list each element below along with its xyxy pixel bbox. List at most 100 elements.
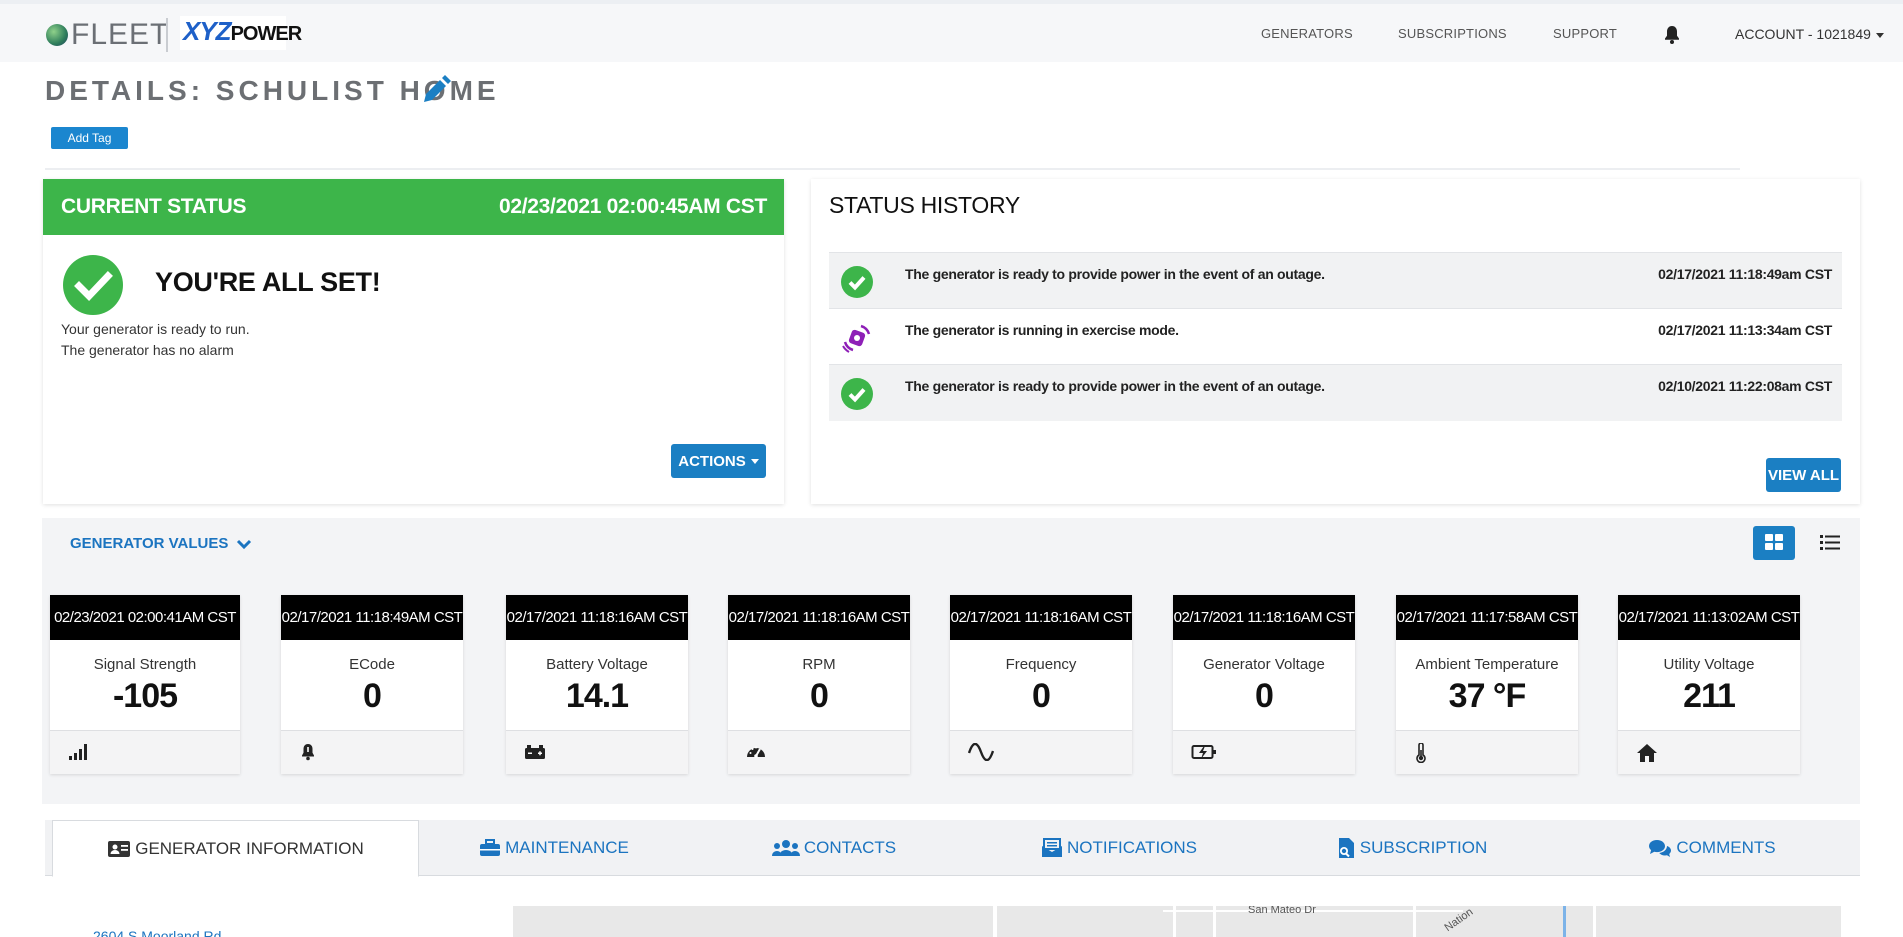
actions-dropdown-button[interactable]: ACTIONS bbox=[671, 444, 766, 478]
tile-footer bbox=[1173, 730, 1355, 774]
tile-footer bbox=[281, 730, 463, 774]
tab-maintenance[interactable]: MAINTENANCE bbox=[419, 820, 689, 876]
history-text: The generator is ready to provide power … bbox=[905, 266, 1325, 282]
map-label: San Mateo Dr bbox=[1248, 906, 1316, 916]
id-card-icon bbox=[108, 840, 131, 857]
current-status-timestamp: 02/23/2021 02:00:45AM CST bbox=[499, 195, 767, 218]
history-date: 02/10/2021 11:22:08am CST bbox=[1658, 378, 1832, 394]
map[interactable]: San Mateo Dr Nation bbox=[513, 906, 1841, 937]
tile-value: 37 °F bbox=[1448, 677, 1527, 715]
tab-label: MAINTENANCE bbox=[505, 838, 629, 857]
fleet-logo-text: FLEET bbox=[71, 18, 170, 51]
detail-tabs: GENERATOR INFORMATION MAINTENANCE CONTAC… bbox=[45, 820, 1860, 877]
grid-view-button[interactable] bbox=[1753, 526, 1795, 560]
value-tile-rpm: 02/17/2021 11:18:16AM CST RPM 0 bbox=[728, 595, 910, 774]
tile-value: 14.1 bbox=[565, 677, 629, 715]
nav-subscriptions[interactable]: SUBSCRIPTIONS bbox=[1398, 26, 1507, 41]
document-search-icon bbox=[1338, 838, 1354, 858]
tile-value: 0 bbox=[1032, 677, 1051, 715]
tile-value: 0 bbox=[363, 677, 382, 715]
check-circle-icon bbox=[841, 378, 873, 410]
tile-timestamp: 02/17/2021 11:18:16AM CST bbox=[950, 595, 1132, 640]
exercise-mode-icon bbox=[842, 324, 871, 353]
tab-subscription[interactable]: SUBSCRIPTION bbox=[1259, 820, 1564, 876]
tile-footer bbox=[728, 730, 910, 774]
history-text: The generator is ready to provide power … bbox=[905, 378, 1325, 394]
tile-label: Signal Strength bbox=[93, 656, 197, 673]
pencil-edit-icon[interactable] bbox=[420, 74, 452, 106]
envelope-icon bbox=[1041, 838, 1062, 857]
tile-label: ECode bbox=[349, 656, 395, 673]
logo-divider bbox=[166, 18, 168, 52]
tile-timestamp: 02/23/2021 02:00:41AM CST bbox=[50, 595, 240, 640]
tile-value: -105 bbox=[112, 677, 178, 715]
tab-notifications[interactable]: NOTIFICATIONS bbox=[979, 820, 1259, 876]
logo-xyz-text: XYZ bbox=[183, 16, 232, 46]
tile-timestamp: 02/17/2021 11:17:58AM CST bbox=[1396, 595, 1578, 640]
map-road bbox=[1413, 906, 1416, 937]
tile-timestamp: 02/17/2021 11:18:16AM CST bbox=[1173, 595, 1355, 640]
map-road bbox=[1593, 906, 1596, 937]
caret-down-icon bbox=[750, 459, 759, 465]
tile-label: Battery Voltage bbox=[546, 656, 648, 673]
check-circle-icon bbox=[63, 255, 123, 315]
fleet-logo[interactable]: FLEET bbox=[46, 18, 169, 52]
status-headline: YOU'RE ALL SET! bbox=[155, 267, 381, 297]
tab-generator-information[interactable]: GENERATOR INFORMATION bbox=[52, 820, 419, 877]
bell-alert-icon bbox=[302, 744, 314, 761]
current-status-header: CURRENT STATUS 02/23/2021 02:00:45AM CST bbox=[43, 179, 784, 235]
gauge-icon bbox=[747, 746, 765, 758]
value-tile-battery-voltage: 02/17/2021 11:18:16AM CST Battery Voltag… bbox=[506, 595, 688, 774]
map-water bbox=[1563, 906, 1566, 937]
history-date: 02/17/2021 11:13:34am CST bbox=[1658, 322, 1832, 338]
tile-footer bbox=[50, 730, 240, 774]
value-tile-ecode: 02/17/2021 11:18:49AM CST ECode 0 bbox=[281, 595, 463, 774]
tile-timestamp: 02/17/2021 11:18:16AM CST bbox=[728, 595, 910, 640]
list-view-button[interactable] bbox=[1809, 526, 1851, 560]
status-line-ready: Your generator is ready to run. bbox=[61, 321, 250, 337]
value-tile-ambient-temperature: 02/17/2021 11:17:58AM CST Ambient Temper… bbox=[1396, 595, 1578, 774]
generator-values-label: GENERATOR VALUES bbox=[70, 535, 229, 552]
list-icon bbox=[1820, 534, 1840, 550]
tile-label: RPM bbox=[802, 656, 836, 673]
comments-icon bbox=[1649, 840, 1672, 857]
bell-icon[interactable] bbox=[1663, 25, 1681, 45]
add-tag-button[interactable]: Add Tag bbox=[51, 127, 128, 149]
tile-value: 211 bbox=[1683, 677, 1736, 715]
tab-comments[interactable]: COMMENTS bbox=[1564, 820, 1860, 876]
tile-label: Ambient Temperature bbox=[1415, 656, 1559, 673]
history-text: The generator is running in exercise mod… bbox=[905, 322, 1179, 338]
current-status-card: CURRENT STATUS 02/23/2021 02:00:45AM CST… bbox=[43, 179, 784, 504]
view-all-button[interactable]: VIEW ALL bbox=[1766, 458, 1841, 492]
tile-footer bbox=[1618, 730, 1800, 774]
value-tile-generator-voltage: 02/17/2021 11:18:16AM CST Generator Volt… bbox=[1173, 595, 1355, 774]
tile-label: Utility Voltage bbox=[1663, 656, 1755, 673]
caret-down-icon bbox=[1875, 32, 1884, 38]
nav-support[interactable]: SUPPORT bbox=[1553, 26, 1617, 41]
tab-label: GENERATOR INFORMATION bbox=[135, 838, 364, 858]
history-row: The generator is ready to provide power … bbox=[829, 252, 1842, 308]
value-tile-frequency: 02/17/2021 11:18:16AM CST Frequency 0 bbox=[950, 595, 1132, 774]
tile-timestamp: 02/17/2021 11:18:49AM CST bbox=[281, 595, 463, 640]
tile-footer bbox=[950, 730, 1132, 774]
logo-power-text: POWER bbox=[230, 23, 303, 45]
current-status-title: CURRENT STATUS bbox=[61, 195, 247, 218]
tile-footer bbox=[506, 730, 688, 774]
tab-contacts[interactable]: CONTACTS bbox=[689, 820, 979, 876]
divider bbox=[45, 168, 1740, 170]
thermometer-icon bbox=[1416, 743, 1426, 763]
tab-label: COMMENTS bbox=[1676, 838, 1776, 857]
generator-values-toggle[interactable]: GENERATOR VALUES bbox=[70, 535, 252, 552]
account-dropdown[interactable]: ACCOUNT - 1021849 bbox=[1735, 26, 1884, 42]
toolbox-icon bbox=[480, 839, 501, 856]
address-link[interactable]: 2604 S Moorland Rd bbox=[93, 928, 221, 937]
tab-label: CONTACTS bbox=[803, 838, 897, 857]
actions-label: ACTIONS bbox=[678, 452, 746, 470]
tile-label: Generator Voltage bbox=[1203, 656, 1325, 673]
map-road bbox=[993, 906, 997, 937]
tab-label: NOTIFICATIONS bbox=[1066, 838, 1197, 857]
xyz-power-logo[interactable]: XYZPOWER bbox=[180, 16, 302, 50]
status-line-alarm: The generator has no alarm bbox=[61, 342, 234, 358]
tile-footer bbox=[1396, 730, 1578, 774]
nav-generators[interactable]: GENERATORS bbox=[1261, 26, 1353, 41]
